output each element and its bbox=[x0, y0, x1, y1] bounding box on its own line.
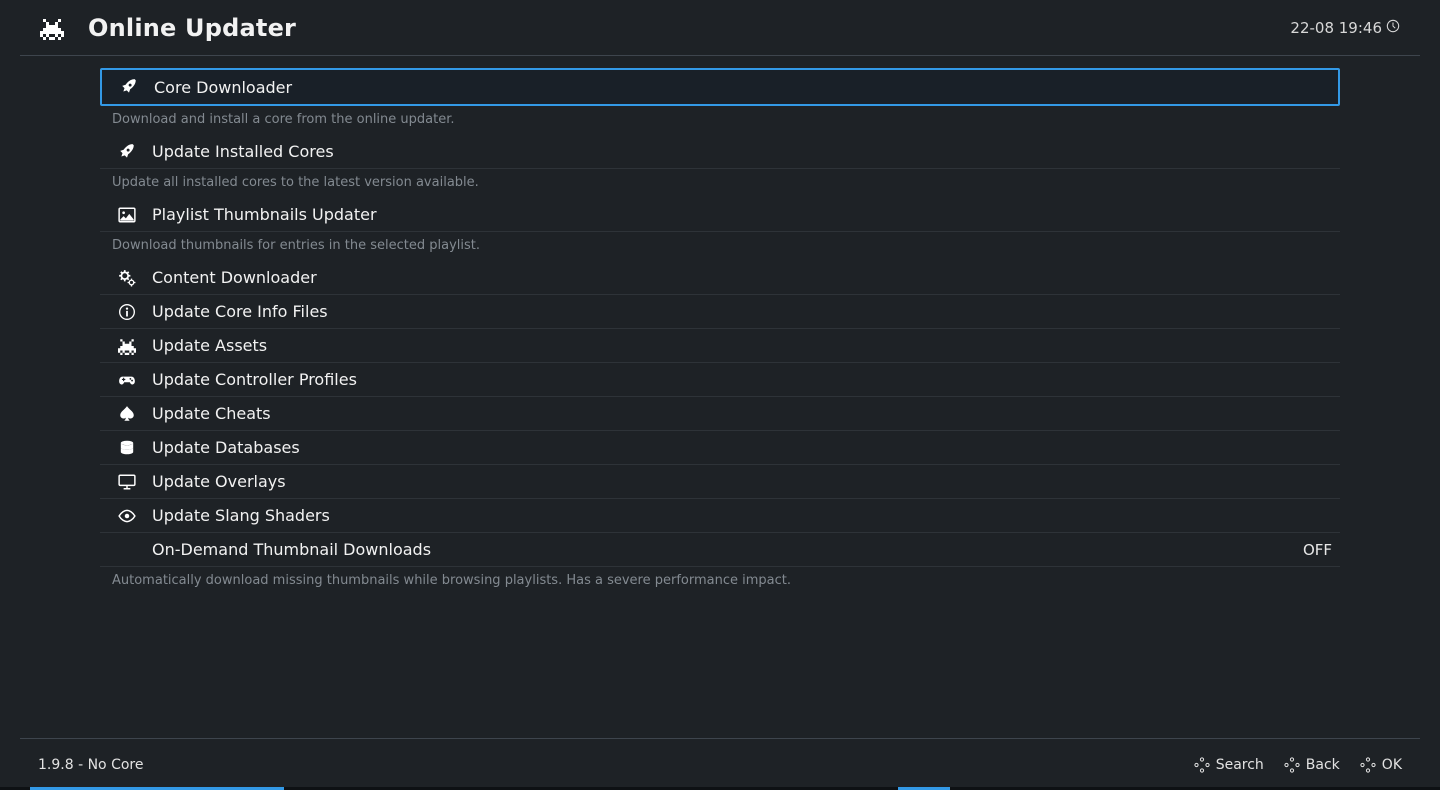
dpad-icon bbox=[1194, 757, 1210, 773]
page-title: Online Updater bbox=[88, 14, 296, 42]
menu-item[interactable]: Update Core Info Files bbox=[100, 295, 1340, 329]
menu-item-label: Content Downloader bbox=[152, 268, 317, 287]
menu-item-label: On-Demand Thumbnail Downloads bbox=[152, 540, 431, 559]
retroarch-logo-icon bbox=[34, 16, 70, 40]
menu-item-description: Automatically download missing thumbnail… bbox=[100, 567, 1340, 596]
footer-hint: Search bbox=[1194, 757, 1264, 773]
image-icon bbox=[118, 206, 136, 224]
header-divider bbox=[20, 55, 1420, 56]
menu-item[interactable]: Update Cheats bbox=[100, 397, 1340, 431]
footer-bar: 1.9.8 - No Core Search Back OK bbox=[0, 740, 1440, 790]
clock-text: 22-08 19:46 bbox=[1290, 19, 1382, 37]
clock-icon bbox=[1386, 19, 1400, 37]
gamepad-icon bbox=[118, 371, 136, 389]
database-icon bbox=[118, 439, 136, 457]
menu-item[interactable]: Content Downloader bbox=[100, 261, 1340, 295]
menu-item[interactable]: Update Controller Profiles bbox=[100, 363, 1340, 397]
menu-item-description: Download thumbnails for entries in the s… bbox=[100, 232, 1340, 261]
menu-item-label: Update Controller Profiles bbox=[152, 370, 357, 389]
menu-item-label: Update Installed Cores bbox=[152, 142, 334, 161]
menu-item-label: Update Cheats bbox=[152, 404, 271, 423]
menu-item[interactable]: Playlist Thumbnails Updater bbox=[100, 198, 1340, 232]
footer-hint-label: Search bbox=[1216, 757, 1264, 773]
menu-item-value: OFF bbox=[1303, 541, 1332, 559]
footer-divider bbox=[20, 738, 1420, 739]
dpad-icon bbox=[1360, 757, 1376, 773]
monitor-icon bbox=[118, 473, 136, 491]
menu-item-label: Update Overlays bbox=[152, 472, 286, 491]
menu-item[interactable]: Update Overlays bbox=[100, 465, 1340, 499]
info-icon bbox=[118, 303, 136, 321]
eye-icon bbox=[118, 507, 136, 525]
spade-icon bbox=[118, 405, 136, 423]
footer-hints: Search Back OK bbox=[1194, 757, 1402, 773]
menu-item-label: Update Assets bbox=[152, 336, 267, 355]
rocket-icon bbox=[118, 143, 136, 161]
header-bar: Online Updater 22-08 19:46 bbox=[0, 0, 1440, 55]
dpad-icon bbox=[1284, 757, 1300, 773]
header-left: Online Updater bbox=[34, 14, 296, 42]
invader-icon bbox=[118, 337, 136, 355]
menu-item-description: Download and install a core from the onl… bbox=[100, 106, 1340, 135]
menu-item[interactable]: On-Demand Thumbnail Downloads OFF bbox=[100, 533, 1340, 567]
menu-item-label: Playlist Thumbnails Updater bbox=[152, 205, 377, 224]
version-text: 1.9.8 - No Core bbox=[38, 757, 143, 773]
menu-item-label: Update Core Info Files bbox=[152, 302, 328, 321]
menu-list: Core Downloader Download and install a co… bbox=[100, 68, 1340, 596]
footer-hint-label: OK bbox=[1382, 757, 1402, 773]
menu-item[interactable]: Update Assets bbox=[100, 329, 1340, 363]
menu-item[interactable]: Update Databases bbox=[100, 431, 1340, 465]
menu-item[interactable]: Update Installed Cores bbox=[100, 135, 1340, 169]
menu-item-label: Update Databases bbox=[152, 438, 300, 457]
footer-hint: OK bbox=[1360, 757, 1402, 773]
menu-item-label: Update Slang Shaders bbox=[152, 506, 330, 525]
menu-item[interactable]: Update Slang Shaders bbox=[100, 499, 1340, 533]
clock: 22-08 19:46 bbox=[1290, 19, 1400, 37]
menu-item-description: Update all installed cores to the latest… bbox=[100, 169, 1340, 198]
footer-hint: Back bbox=[1284, 757, 1340, 773]
rocket-icon bbox=[120, 78, 138, 96]
menu-item-label: Core Downloader bbox=[154, 78, 292, 97]
menu-item[interactable]: Core Downloader bbox=[100, 68, 1340, 106]
gears-icon bbox=[118, 269, 136, 287]
footer-hint-label: Back bbox=[1306, 757, 1340, 773]
